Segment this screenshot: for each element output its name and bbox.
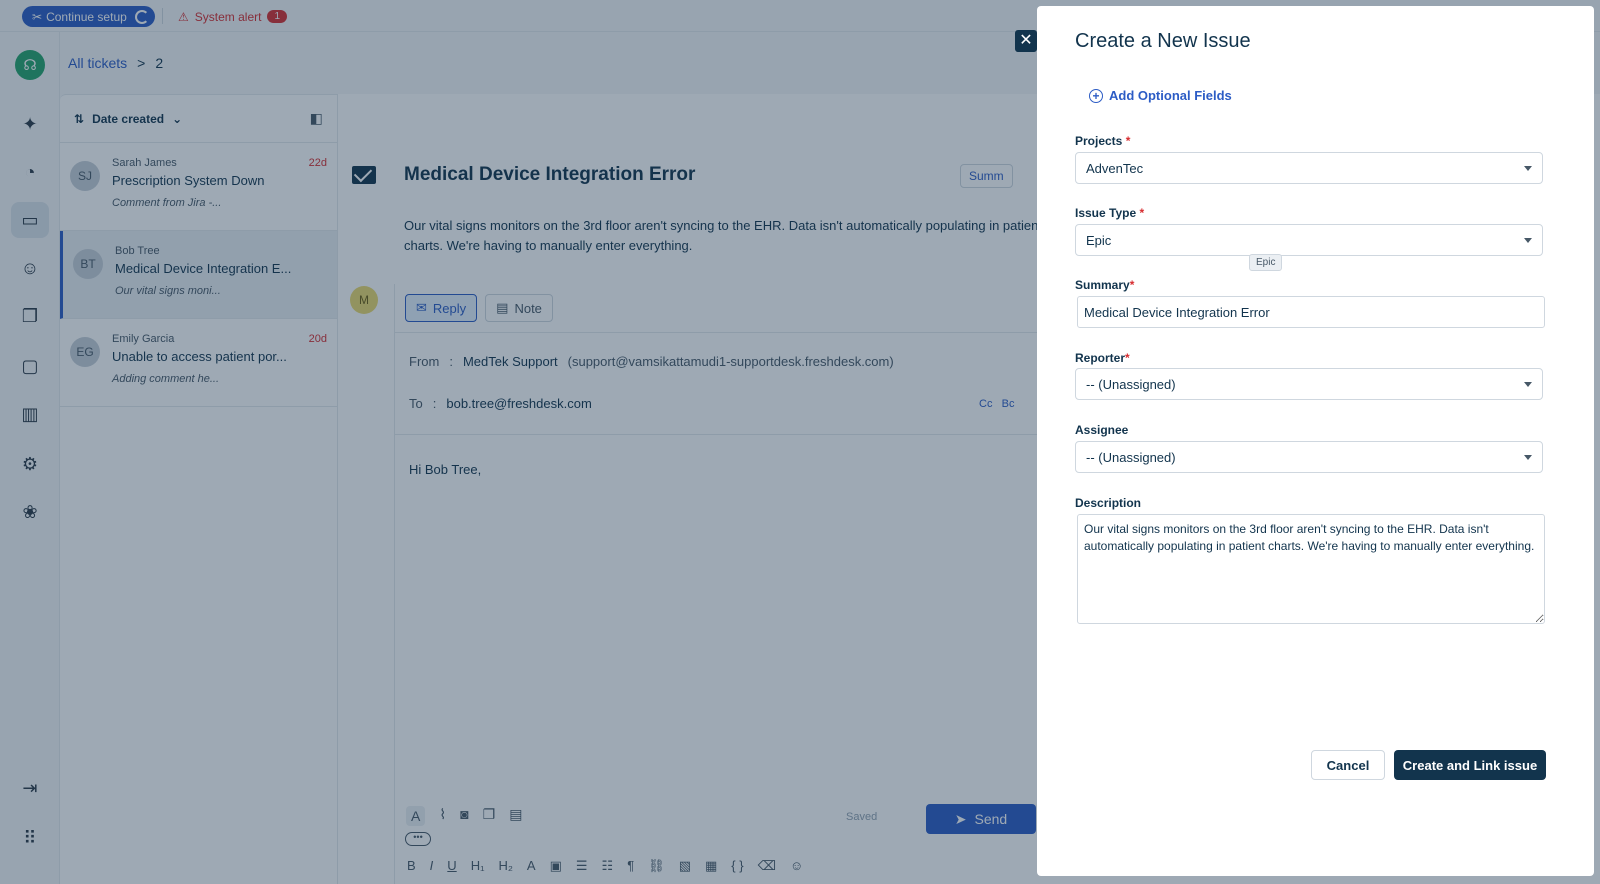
description-textarea[interactable]: Our vital signs monitors on the 3rd floo… — [1077, 514, 1545, 624]
caret-down-icon — [1524, 237, 1532, 243]
caret-down-icon — [1524, 165, 1532, 171]
create-issue-drawer: Create a New Issue + Add Optional Fields… — [1037, 6, 1594, 876]
close-icon[interactable]: ✕ — [1015, 30, 1037, 52]
caret-down-icon — [1524, 381, 1532, 387]
add-optional-fields-button[interactable]: + Add Optional Fields — [1089, 88, 1232, 103]
assignee-value: -- (Unassigned) — [1086, 449, 1176, 465]
issue-type-select[interactable]: Epic — [1075, 224, 1543, 256]
drawer-title: Create a New Issue — [1075, 30, 1251, 52]
issue-type-tooltip: Epic — [1249, 254, 1283, 271]
plus-circle-icon: + — [1089, 88, 1103, 103]
issue-type-label: Issue Type * — [1075, 206, 1145, 220]
caret-down-icon — [1524, 454, 1532, 460]
add-optional-fields-label: Add Optional Fields — [1109, 88, 1232, 103]
summary-label: Summary* — [1075, 278, 1135, 292]
reporter-select[interactable]: -- (Unassigned) — [1075, 368, 1543, 400]
create-and-link-issue-button[interactable]: Create and Link issue — [1394, 750, 1546, 780]
summary-input[interactable] — [1077, 296, 1545, 328]
reporter-value: -- (Unassigned) — [1086, 376, 1176, 392]
projects-value: AdvenTec — [1086, 160, 1144, 176]
description-label: Description — [1075, 496, 1142, 510]
reporter-label: Reporter* — [1075, 351, 1130, 365]
assignee-select[interactable]: -- (Unassigned) — [1075, 441, 1543, 473]
cancel-button[interactable]: Cancel — [1311, 750, 1385, 780]
projects-label: Projects * — [1075, 134, 1131, 148]
projects-select[interactable]: AdvenTec — [1075, 152, 1543, 184]
assignee-label: Assignee — [1075, 423, 1129, 437]
issue-type-value: Epic — [1086, 232, 1112, 248]
